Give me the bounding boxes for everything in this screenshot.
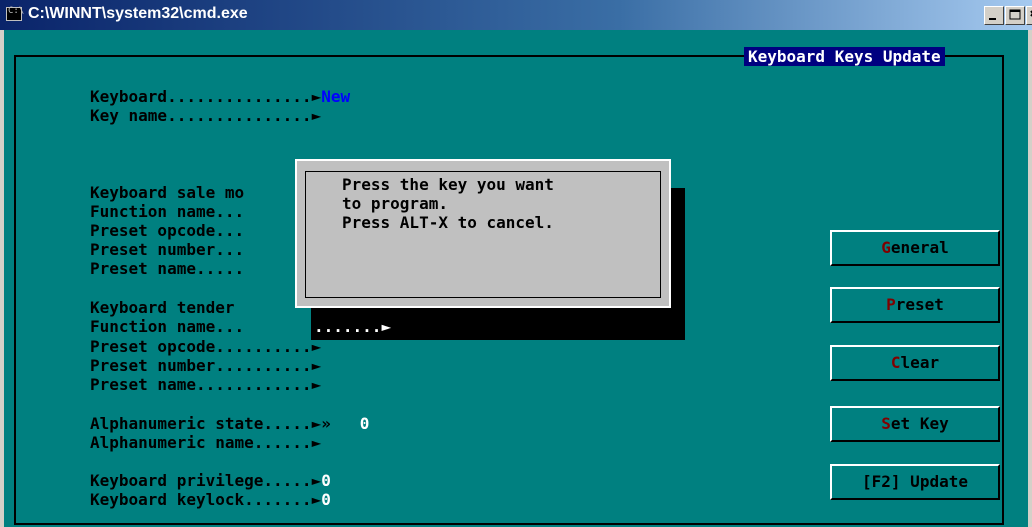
field-preset-number: Preset number... — [90, 240, 245, 259]
clear-button[interactable]: Clear — [830, 345, 1000, 381]
field-keyboard-value[interactable]: New — [321, 87, 350, 106]
field-keyboard: Keyboard...............►New — [90, 87, 351, 106]
field-key-name: Key name...............► — [90, 106, 322, 125]
field-keyboard-tender: Keyboard tender — [90, 298, 235, 317]
field-preset-name: Preset name..... — [90, 259, 245, 278]
field-alphanumeric-name: Alphanumeric name......► — [90, 433, 322, 452]
field-alphanumeric-state: Alphanumeric state.....►» 0 — [90, 414, 370, 433]
field-keyboard-privilege: Keyboard privilege.....►0 — [90, 471, 331, 490]
field-tender-preset-opcode: Preset opcode..........► — [90, 337, 322, 356]
minimize-icon — [989, 18, 996, 20]
dialog-line-2: to program. — [342, 194, 448, 213]
field-preset-opcode: Preset opcode... — [90, 221, 245, 240]
field-tender-function-name: Function name... — [90, 317, 245, 336]
set-key-button[interactable]: Set Key — [830, 406, 1000, 442]
preset-button[interactable]: Preset — [830, 287, 1000, 323]
title-bar[interactable]: C:\ C:\WINNT\system32\cmd.exe — [0, 0, 1032, 30]
dialog-message: Press the key you want to program. Press A… — [342, 175, 554, 232]
field-tender-function-name-tail: .......► — [314, 317, 392, 336]
field-keyboard-privilege-value[interactable]: 0 — [321, 471, 331, 490]
field-tender-preset-number: Preset number..........► — [90, 356, 322, 375]
field-keyboard-keylock-value[interactable]: 0 — [321, 490, 331, 509]
maximize-button[interactable] — [1005, 6, 1025, 25]
field-keyboard-sale-mode: Keyboard sale mo — [90, 183, 245, 202]
console-icon[interactable]: C:\ — [6, 6, 24, 21]
field-keyboard-keylock: Keyboard keylock.......►0 — [90, 490, 331, 509]
dialog-line-1: Press the key you want — [342, 175, 554, 194]
maximize-icon — [1009, 9, 1021, 20]
dialog-line-3: Press ALT-X to cancel. — [342, 213, 554, 232]
field-alphanumeric-state-value[interactable]: 0 — [360, 414, 370, 433]
general-button[interactable]: General — [830, 230, 1000, 266]
key-prompt-dialog[interactable]: Press the key you want to program. Press A… — [295, 159, 671, 308]
field-function-name: Function name... — [90, 202, 245, 221]
update-button[interactable]: [F2] Update — [830, 464, 1000, 500]
screen-heading: Keyboard Keys Update — [744, 47, 945, 66]
close-icon — [1030, 10, 1032, 17]
close-button[interactable] — [1026, 6, 1032, 25]
field-tender-preset-name: Preset name............► — [90, 375, 322, 394]
minimize-button[interactable] — [984, 6, 1004, 25]
window-title: C:\WINNT\system32\cmd.exe — [28, 5, 248, 22]
console-area[interactable]: Keyboard Keys Update Keyboard...........… — [4, 30, 1028, 527]
